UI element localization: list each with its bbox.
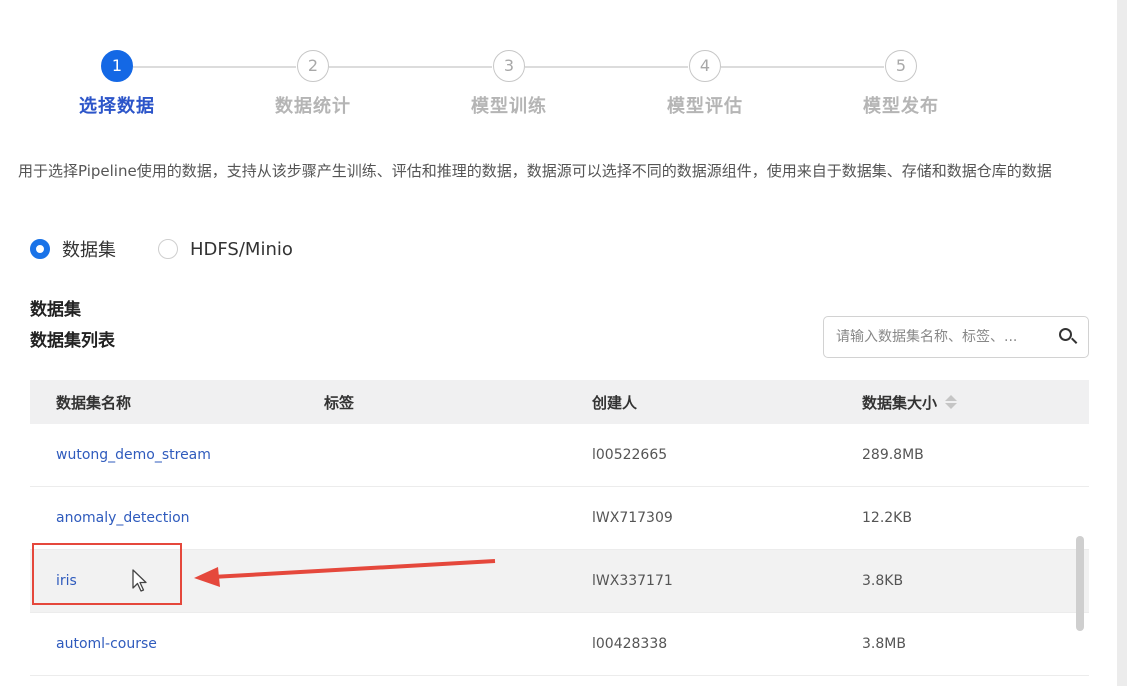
- annotation-arrow-icon: [194, 559, 496, 587]
- radio-label: HDFS/Minio: [190, 238, 293, 260]
- step-number: 5: [885, 50, 917, 82]
- step-number: 3: [493, 50, 525, 82]
- table-scrollbar[interactable]: [1076, 536, 1084, 631]
- data-source-selector: 数据集 HDFS/Minio: [30, 236, 335, 262]
- step-label: 模型发布: [863, 96, 939, 117]
- step-label: 数据统计: [275, 96, 351, 117]
- radio-checked-icon: [30, 239, 50, 259]
- dataset-name-link[interactable]: wutong_demo_stream: [56, 447, 211, 463]
- table-header: 数据集名称 标签 创建人 数据集大小: [30, 380, 1089, 424]
- list-title: 数据集列表: [30, 331, 115, 351]
- dataset-size: 289.8MB: [862, 447, 924, 463]
- dataset-name-link[interactable]: anomaly_detection: [56, 510, 190, 526]
- radio-unchecked-icon: [158, 239, 178, 259]
- column-header-name: 数据集名称: [56, 393, 132, 412]
- table-row[interactable]: automl-course l00428338 3.8MB: [30, 613, 1089, 676]
- step-number: 1: [101, 50, 133, 82]
- dataset-creator: l00522665: [592, 447, 668, 463]
- step-number: 2: [297, 50, 329, 82]
- sort-icon[interactable]: [945, 395, 958, 409]
- dataset-size: 3.8KB: [862, 573, 904, 589]
- dataset-size: 12.2KB: [862, 510, 912, 526]
- step-select-data[interactable]: 1 选择数据: [57, 50, 177, 118]
- dataset-creator: lWX337171: [592, 573, 673, 589]
- pipeline-steps: 1 选择数据 2 数据统计 3 模型训练 4 模型评估 5 模型发布: [0, 0, 1127, 130]
- column-header-creator: 创建人: [592, 393, 638, 412]
- search-icon[interactable]: [1058, 327, 1078, 347]
- step-label: 选择数据: [79, 96, 155, 117]
- table-row[interactable]: anomaly_detection lWX717309 12.2KB: [30, 487, 1089, 550]
- step-label: 模型训练: [471, 96, 547, 117]
- dataset-name-link[interactable]: automl-course: [56, 636, 157, 652]
- step-number: 4: [689, 50, 721, 82]
- column-header-size[interactable]: 数据集大小: [862, 392, 958, 413]
- search-box: [823, 316, 1089, 358]
- step-label: 模型评估: [667, 96, 743, 117]
- dataset-creator: l00428338: [592, 636, 668, 652]
- dataset-creator: lWX717309: [592, 510, 673, 526]
- highlight-box: [32, 543, 182, 605]
- step-data-statistics[interactable]: 2 数据统计: [253, 50, 373, 118]
- step-model-training[interactable]: 3 模型训练: [449, 50, 569, 118]
- step-model-publish[interactable]: 5 模型发布: [841, 50, 961, 118]
- radio-dataset[interactable]: 数据集: [30, 236, 116, 262]
- section-title: 数据集: [30, 300, 81, 320]
- table-row[interactable]: wutong_demo_stream l00522665 289.8MB: [30, 424, 1089, 487]
- dataset-size: 3.8MB: [862, 636, 906, 652]
- column-header-tag: 标签: [324, 393, 355, 412]
- step-description: 用于选择Pipeline使用的数据，支持从该步骤产生训练、评估和推理的数据，数据…: [18, 162, 1052, 180]
- column-header-label: 数据集大小: [862, 393, 938, 412]
- mouse-cursor-icon: [132, 569, 147, 592]
- search-input[interactable]: [836, 329, 1052, 345]
- step-model-evaluation[interactable]: 4 模型评估: [645, 50, 765, 118]
- radio-hdfs-minio[interactable]: HDFS/Minio: [158, 239, 293, 260]
- dataset-table: 数据集名称 标签 创建人 数据集大小 wutong_demo_stream l0…: [30, 380, 1089, 676]
- radio-label: 数据集: [62, 240, 116, 261]
- table-row[interactable]: iris lWX337171 3.8KB: [30, 550, 1089, 613]
